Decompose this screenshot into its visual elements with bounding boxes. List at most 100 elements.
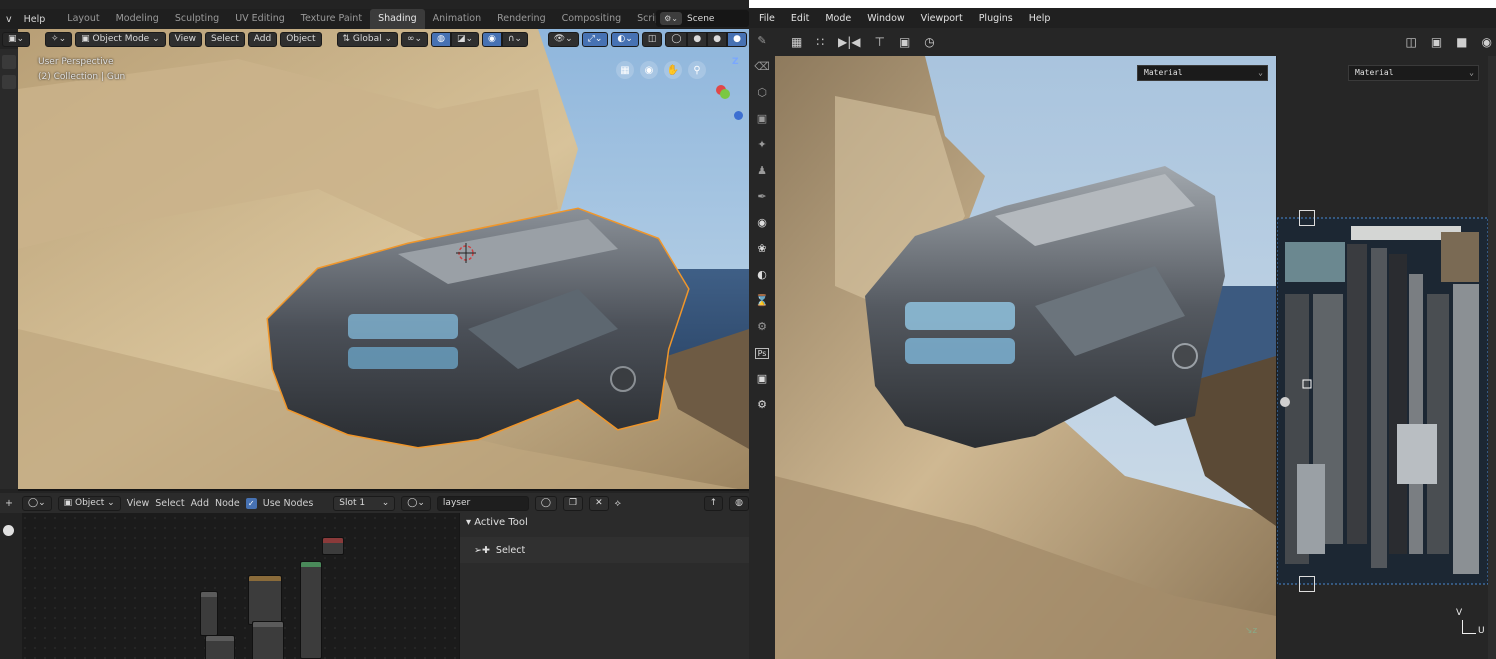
tab-shading[interactable]: Shading: [370, 9, 425, 29]
hourglass-icon[interactable]: ⌛: [749, 288, 775, 314]
wireframe-shading-icon[interactable]: ◯: [665, 31, 688, 47]
material-name-field[interactable]: layser: [436, 495, 529, 511]
gizmo-z-axis[interactable]: Z: [732, 57, 739, 67]
camera-mode-icon[interactable]: ■: [1456, 35, 1467, 49]
tab-sculpting[interactable]: Sculpting: [167, 9, 227, 29]
split-view-icon[interactable]: ◫: [1405, 35, 1416, 49]
menu-plugins[interactable]: Plugins: [979, 13, 1013, 24]
projection-icon[interactable]: ⬡: [749, 80, 775, 106]
gizmo-neg-z-dot[interactable]: [734, 111, 743, 120]
object-menu[interactable]: Object: [280, 31, 322, 47]
pin-icon[interactable]: ⟡: [615, 498, 621, 509]
menu-partial[interactable]: v: [0, 14, 18, 25]
2d-channel-dropdown[interactable]: Material ⌄: [1348, 65, 1479, 81]
select-menu[interactable]: Select: [204, 31, 245, 47]
material-browse-icon[interactable]: ◯⌄: [401, 495, 431, 511]
history-icon[interactable]: ◷: [924, 35, 934, 49]
menu-edit[interactable]: Edit: [791, 13, 809, 24]
tab-texture-paint[interactable]: Texture Paint: [293, 9, 370, 29]
share-icon[interactable]: ◐: [749, 262, 775, 288]
fit-view-icon[interactable]: ▣: [899, 35, 910, 49]
substance-icon[interactable]: ◉: [749, 210, 775, 236]
3d-viewport[interactable]: User Perspective (2) Collection | Gun ▦ …: [18, 29, 749, 491]
solid-shading-icon[interactable]: ●: [687, 31, 708, 47]
editor-type-button[interactable]: ▣⌄: [2, 31, 31, 47]
fake-user-icon[interactable]: ◯: [534, 495, 557, 511]
settings-icon[interactable]: ⚙: [749, 392, 775, 418]
menu-help[interactable]: Help: [1029, 13, 1051, 24]
menu-viewport[interactable]: Viewport: [921, 13, 963, 24]
tab-uv-editing[interactable]: UV Editing: [227, 9, 293, 29]
unlink-material-icon[interactable]: ✕: [589, 495, 609, 511]
menu-file[interactable]: File: [759, 13, 775, 24]
scene-selector[interactable]: ⚙⌄ Scene: [656, 10, 749, 27]
tab-rendering[interactable]: Rendering: [489, 9, 554, 29]
slot-dropdown[interactable]: Slot 1 ⌄: [333, 495, 396, 511]
node-node-menu[interactable]: Node: [215, 498, 240, 509]
menu-window[interactable]: Window: [867, 13, 904, 24]
snap-toggle-icon[interactable]: ◍: [431, 31, 451, 47]
proportional-edit-icon[interactable]: ◉: [481, 31, 502, 47]
geometry-mask-icon[interactable]: ▣: [749, 106, 775, 132]
smudge-icon[interactable]: ✦: [749, 132, 775, 158]
uv-corner-handle-top[interactable]: [1299, 210, 1315, 226]
tab-compositing[interactable]: Compositing: [554, 9, 630, 29]
node-normal-map[interactable]: [252, 621, 284, 659]
snap-target-icon[interactable]: ◪⌄: [450, 31, 479, 47]
3d-channel-dropdown[interactable]: Material ⌄: [1137, 65, 1268, 81]
node-image-texture[interactable]: [200, 591, 218, 636]
node-texture-2[interactable]: [205, 635, 235, 659]
menu-mode[interactable]: Mode: [825, 13, 851, 24]
brush-icon[interactable]: ✎: [749, 28, 775, 54]
gizmo-y-dot[interactable]: [720, 89, 730, 99]
grid-view-icon[interactable]: ▦: [616, 61, 634, 79]
screenshot-icon[interactable]: ◉: [1482, 35, 1492, 49]
object-mode-dropdown[interactable]: ▣ Object Mode ⌄: [75, 31, 166, 47]
duplicate-material-icon[interactable]: ❐: [563, 495, 584, 511]
picker-icon[interactable]: ✒: [749, 184, 775, 210]
painter-3d-viewport[interactable]: Material ⌄ ↘z: [775, 56, 1276, 659]
align-icon[interactable]: ⊤: [874, 35, 884, 49]
grid-settings-icon[interactable]: ∷: [816, 35, 824, 49]
node-view-menu[interactable]: View: [127, 498, 150, 509]
clone-icon[interactable]: ♟: [749, 158, 775, 184]
view-menu[interactable]: View: [168, 31, 202, 47]
node-snap-icon[interactable]: ◍: [729, 495, 749, 511]
active-tool-header[interactable]: ▾ Active Tool: [460, 513, 749, 533]
camera-icon[interactable]: ▣: [749, 366, 775, 392]
pan-hand-icon[interactable]: ✋: [664, 61, 682, 79]
menu-help[interactable]: Help: [18, 14, 52, 25]
xray-toggle-icon[interactable]: ◫: [641, 31, 663, 47]
tab-modeling[interactable]: Modeling: [108, 9, 167, 29]
tool-settings-button[interactable]: ✧⌄: [45, 31, 73, 47]
select-tool-row[interactable]: ➢✚ Select: [460, 537, 749, 563]
symmetry-icon[interactable]: ▶|◀: [838, 35, 861, 49]
node-select-menu[interactable]: Select: [155, 498, 184, 509]
pivot-point-icon[interactable]: ∞⌄: [401, 31, 429, 47]
add-menu[interactable]: Add: [247, 31, 278, 47]
uv-corner-handle-bottom[interactable]: [1299, 576, 1315, 592]
gizmo-toggle-icon[interactable]: ⤢⌄: [581, 31, 609, 47]
tab-layout[interactable]: Layout: [59, 9, 107, 29]
node-mix[interactable]: [248, 575, 282, 625]
eraser-icon[interactable]: ⌫: [749, 54, 775, 80]
node-object-dropdown[interactable]: ▣ Object ⌄: [57, 495, 121, 511]
transform-orientation-dropdown[interactable]: ⇅ Global ⌄: [336, 31, 399, 47]
gear-icon[interactable]: ⚙: [749, 314, 775, 340]
zoom-icon[interactable]: ⚲: [688, 61, 706, 79]
material-shading-icon[interactable]: ●: [707, 31, 728, 47]
falloff-icon[interactable]: ∩⌄: [501, 31, 528, 47]
painter-2d-view[interactable]: Material ⌄ V U: [1277, 56, 1496, 659]
tool-cursor-icon[interactable]: [2, 75, 16, 89]
view-mode-icon[interactable]: ▣: [1431, 35, 1442, 49]
node-editor-type-button[interactable]: ◯⌄: [22, 495, 52, 511]
display-settings-icon[interactable]: ▦: [791, 35, 802, 49]
ps-icon[interactable]: Ps: [749, 340, 775, 366]
node-principled-bsdf[interactable]: [300, 561, 322, 659]
add-node-icon[interactable]: [3, 525, 14, 536]
node-add-menu[interactable]: Add: [191, 498, 209, 509]
rendered-shading-icon[interactable]: ●: [727, 31, 747, 47]
tool-select-icon[interactable]: [2, 55, 16, 69]
node-editor-canvas[interactable]: [0, 513, 459, 659]
use-nodes-checkbox[interactable]: ✓: [245, 497, 257, 509]
